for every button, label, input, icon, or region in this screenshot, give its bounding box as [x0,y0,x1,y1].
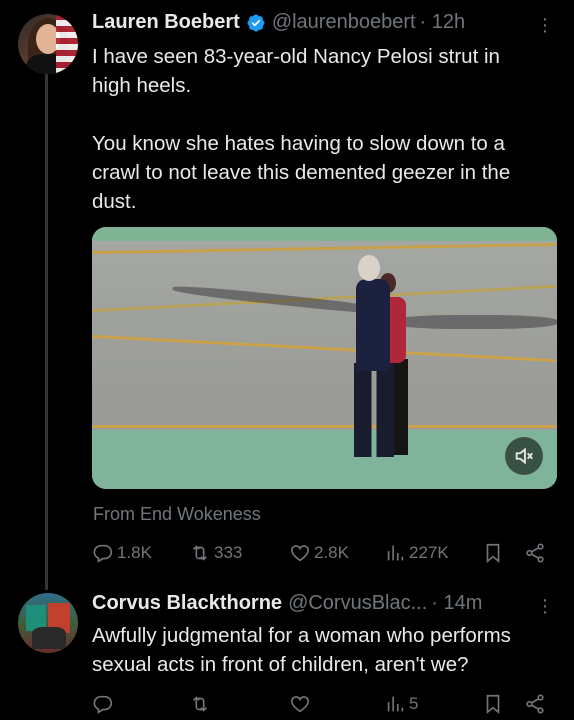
tweet-header: Lauren Boebert @laurenboebert · 12h [92,11,465,34]
like-button[interactable]: 2.8K [289,542,349,564]
bookmark-button[interactable] [482,542,504,564]
verified-badge-icon [247,13,265,32]
author-name[interactable]: Lauren Boebert [92,11,240,34]
repost-icon [192,545,208,561]
avatar[interactable] [18,593,78,653]
thread-connector-line [45,74,48,590]
media-source-attribution[interactable]: From End Wokeness [93,504,261,525]
views-count: 5 [409,694,419,713]
bookmark-button[interactable] [482,693,504,715]
share-button[interactable] [524,693,546,715]
views-button[interactable]: 227K [384,542,449,564]
more-icon[interactable]: · · · [539,9,549,41]
like-icon [290,696,310,713]
like-button[interactable] [289,693,314,715]
avatar[interactable] [18,14,78,74]
reply-button[interactable] [92,693,117,715]
like-count: 2.8K [314,543,349,562]
share-button[interactable] [524,542,546,564]
reply-icon [93,544,113,563]
views-icon [387,545,404,561]
repost-button[interactable] [189,693,214,715]
views-button[interactable]: 5 [384,693,418,715]
tweet-text: I have seen 83-year-old Nancy Pelosi str… [92,45,511,213]
repost-button[interactable]: 333 [189,542,242,564]
like-icon [290,545,310,562]
reply-button[interactable]: 1.8K [92,542,152,564]
author-handle[interactable]: @laurenboebert [272,11,416,34]
views-icon [387,696,404,712]
repost-icon [192,696,208,712]
author-name[interactable]: Corvus Blackthorne [92,592,282,615]
tweet-header: Corvus Blackthorne @CorvusBlac... · 14m [92,592,482,615]
author-handle[interactable]: @CorvusBlac... [288,592,427,615]
bookmark-icon [486,694,500,715]
reply-count: 1.8K [117,543,152,562]
video-media[interactable] [92,227,557,489]
more-icon[interactable]: · · · [539,590,549,622]
views-count: 227K [409,543,449,562]
share-icon [526,543,544,563]
bookmark-icon [486,543,500,564]
timestamp[interactable]: · 12h [420,11,466,34]
tweet-text: Awfully judgmental for a woman who perfo… [92,624,511,676]
repost-count: 333 [214,543,243,562]
reply-icon [93,695,113,714]
timestamp[interactable]: · 14m [431,592,482,615]
share-icon [526,694,544,714]
tweet-actions: 1.8K 333 2.8K 227K [92,541,556,565]
mute-icon[interactable] [505,437,543,475]
tweet-actions: 5 [92,692,556,716]
